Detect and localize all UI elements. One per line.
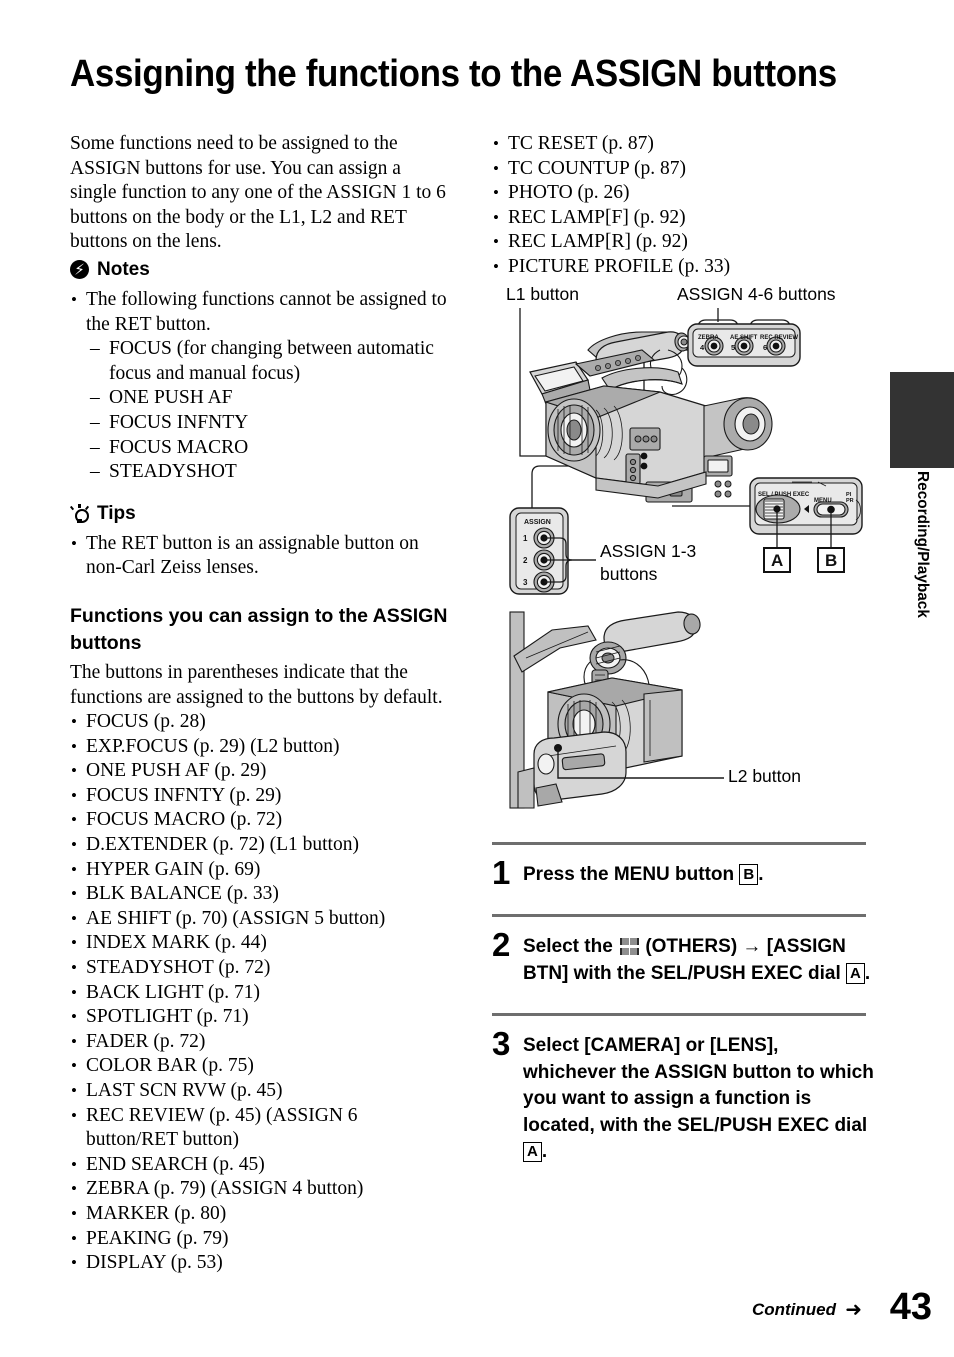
step-number: 2 — [492, 926, 511, 964]
camcorder-figure-2: .l2ln{fill:none;stroke:#1a1a1a;stroke-wi… — [492, 596, 874, 824]
step-1: 1 Press the MENU button B. — [492, 841, 874, 891]
step-number: 1 — [492, 853, 511, 891]
list-item: The following functions cannot be assign… — [70, 288, 450, 337]
step-number: 3 — [492, 1025, 511, 1063]
list-item: REC LAMP[F] (p. 92) — [492, 206, 874, 231]
continued-label: Continued — [751, 1300, 836, 1319]
callout-assign-1-3: ASSIGN 1 2 3 — [509, 506, 596, 595]
label-assign-1-3-buttons: ASSIGN 1-3 buttons — [600, 540, 697, 584]
tips-list: The RET button is an assignable button o… — [70, 532, 450, 581]
side-tab-label: Recording/Playback — [914, 471, 931, 618]
steps-list: 1 Press the MENU button B. 2 Select the … — [492, 841, 874, 1166]
list-item: AE SHIFT (p. 70) (ASSIGN 5 button) — [70, 907, 450, 932]
list-item: BLK BALANCE (p. 33) — [70, 882, 450, 907]
list-item: HYPER GAIN (p. 69) — [70, 858, 450, 883]
list-item: TC COUNTUP (p. 87) — [492, 157, 874, 182]
svg-text:2: 2 — [523, 556, 528, 565]
key-badge-a: A — [523, 1141, 542, 1163]
list-item: FOCUS MACRO (p. 72) — [70, 808, 450, 833]
list-item: INDEX MARK (p. 44) — [70, 931, 450, 956]
list-item: FOCUS MACRO — [90, 436, 450, 461]
list-item: EXP.FOCUS (p. 29) (L2 button) — [70, 735, 450, 760]
continued-arrow-icon: ➜ — [845, 1297, 862, 1321]
functions-list-continued: TC RESET (p. 87) TC COUNTUP (p. 87) PHOT… — [492, 132, 874, 280]
list-item: REC REVIEW (p. 45) (ASSIGN 6 button/RET … — [70, 1104, 450, 1153]
others-grid-icon — [620, 938, 640, 956]
svg-text:3: 3 — [523, 578, 528, 587]
list-item: D.EXTENDER (p. 72) (L1 button) — [70, 833, 450, 858]
list-item: COLOR BAR (p. 75) — [70, 1054, 450, 1079]
key-badge-a: A — [846, 963, 865, 984]
document-page: Assigning the functions to the ASSIGN bu… — [0, 0, 954, 1357]
figure1-top-labels: L1 button ASSIGN 4-6 buttons — [492, 280, 874, 306]
side-tab-block — [890, 372, 954, 468]
lightbulb-icon — [69, 503, 89, 524]
label-l1-button: L1 button — [506, 283, 579, 304]
tips-heading: Tips — [69, 502, 450, 525]
key-badge-b: B — [739, 864, 759, 885]
page-number: 43 — [889, 1286, 932, 1328]
left-column: Some functions need to be assigned to th… — [69, 132, 450, 1276]
figure-block: L1 button ASSIGN 4-6 buttons .ln{fill:no… — [492, 280, 874, 824]
list-item: FADER (p. 72) — [70, 1030, 450, 1055]
list-item: STEADYSHOT (p. 72) — [70, 956, 450, 981]
list-item: ONE PUSH AF — [90, 386, 450, 411]
notes-sublist: FOCUS (for changing between automatic fo… — [90, 337, 450, 485]
svg-text:ASSIGN: ASSIGN — [524, 519, 551, 526]
notes-heading-label: Notes — [97, 258, 150, 280]
callout-label-zebra: ZEBRA — [698, 335, 719, 341]
key-box-a: A — [763, 546, 791, 573]
lightning-circle-icon: ⚡ — [70, 260, 89, 280]
step-text: Select the (OTHERS) → [ASSIGN BTN] with … — [523, 936, 871, 984]
tips-heading-label: Tips — [97, 502, 136, 524]
functions-heading: Functions you can assign to the ASSIGN b… — [70, 604, 448, 654]
list-item: PEAKING (p. 79) — [70, 1227, 450, 1252]
right-column: TC RESET (p. 87) TC COUNTUP (p. 87) PHOT… — [492, 132, 874, 1192]
list-item: REC LAMP[R] (p. 92) — [492, 230, 874, 255]
key-box-b: B — [817, 546, 845, 573]
svg-text:6: 6 — [763, 343, 767, 352]
list-item: DISPLAY (p. 53) — [70, 1251, 450, 1276]
callout-assign-4-6: ZEBRA AE SHIFT REC REVIEW 4 5 6 — [687, 322, 801, 367]
camcorder-figure-1: .ln{fill:none;stroke:#1a1a1a;stroke-widt… — [492, 306, 874, 596]
svg-text:5: 5 — [731, 343, 735, 352]
list-item: BACK LIGHT (p. 71) — [70, 981, 450, 1006]
page-footer: Continued ➜ 43 — [0, 1286, 954, 1336]
label-assign-4-6-buttons: ASSIGN 4-6 buttons — [677, 283, 836, 304]
list-item: TC RESET (p. 87) — [492, 132, 874, 157]
step-text: Press the MENU button B. — [523, 863, 764, 885]
functions-intro: The buttons in parentheses indicate that… — [70, 661, 443, 708]
list-item: The RET button is an assignable button o… — [70, 532, 450, 581]
functions-list: FOCUS (p. 28) EXP.FOCUS (p. 29) (L2 butt… — [70, 710, 450, 1276]
list-item: SPOTLIGHT (p. 71) — [70, 1005, 450, 1030]
callout-label-ae-shift: AE SHIFT — [730, 335, 758, 341]
step-3: 3 Select [CAMERA] or [LENS], whichever t… — [492, 1013, 874, 1166]
callout-sel-push-exec: SEL / PUSH EXEC MENU PI PR — [749, 476, 863, 548]
svg-text:B: B — [825, 551, 837, 570]
list-item: FOCUS (for changing between automatic fo… — [90, 337, 450, 386]
list-item: END SEARCH (p. 45) — [70, 1153, 450, 1178]
list-item: FOCUS INFNTY — [90, 411, 450, 436]
list-item: MARKER (p. 80) — [70, 1202, 450, 1227]
notes-heading: ⚡ Notes — [70, 259, 450, 281]
list-item: FOCUS (p. 28) — [70, 710, 450, 735]
label-l2-button: L2 button — [728, 765, 801, 786]
svg-text:1: 1 — [523, 534, 528, 543]
list-item: ZEBRA (p. 79) (ASSIGN 4 button) — [70, 1177, 450, 1202]
list-item: PHOTO (p. 26) — [492, 181, 874, 206]
callout-label-rec-review: REC REVIEW — [760, 335, 798, 341]
list-item: FOCUS INFNTY (p. 29) — [70, 784, 450, 809]
list-item: STEADYSHOT — [90, 460, 450, 485]
list-item: LAST SCN RVW (p. 45) — [70, 1079, 450, 1104]
page-title: Assigning the functions to the ASSIGN bu… — [70, 53, 837, 96]
callout-label-pp-2: PR — [846, 498, 854, 504]
intro-paragraph: Some functions need to be assigned to th… — [70, 133, 446, 253]
notes-list: The following functions cannot be assign… — [70, 288, 450, 337]
list-item: PICTURE PROFILE (p. 33) — [492, 255, 874, 280]
list-item: ONE PUSH AF (p. 29) — [70, 759, 450, 784]
step-2: 2 Select the (OTHERS) → [ASSIGN BTN] wit… — [492, 914, 874, 987]
step-text: Select [CAMERA] or [LENS], whichever the… — [523, 1035, 874, 1163]
svg-text:A: A — [771, 551, 783, 570]
